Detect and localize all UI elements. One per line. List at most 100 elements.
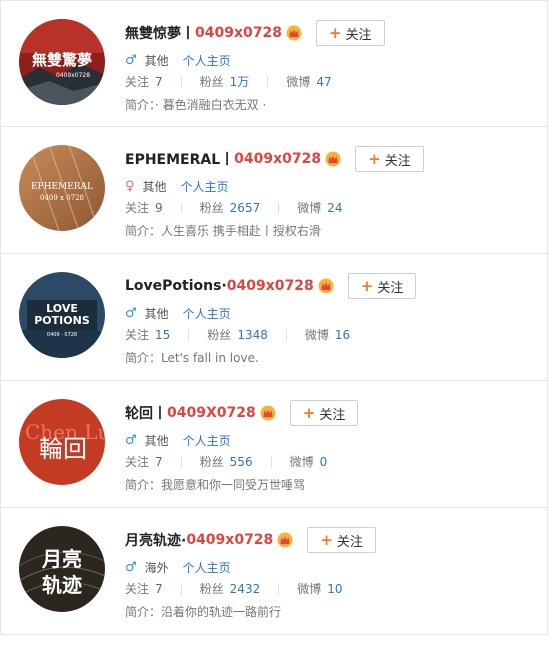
- bio-prefix: 简介：: [125, 98, 156, 112]
- fans-count[interactable]: 1348: [237, 328, 268, 342]
- user-name[interactable]: 轮回丨: [125, 403, 167, 423]
- divider: [180, 75, 182, 88]
- plus-icon: +: [368, 149, 381, 168]
- follow-button[interactable]: + 关注: [347, 273, 417, 299]
- user-name[interactable]: 月亮轨迹·: [125, 530, 186, 550]
- fans-count[interactable]: 2432: [230, 582, 261, 596]
- follow-button[interactable]: + 关注: [315, 20, 385, 46]
- user-name[interactable]: LovePotions·: [125, 278, 227, 294]
- avatar-title: 輪回: [39, 435, 87, 463]
- avatar-title: 無雙驚夢: [32, 51, 92, 69]
- user-card: LOVE POTIONS 0409 · 0728 LovePotions· 04…: [0, 254, 548, 381]
- avatar[interactable]: 無雙驚夢 0409x0728: [19, 19, 105, 105]
- crown-icon: [318, 278, 334, 294]
- follows-label: 关注: [125, 75, 150, 89]
- weibo-label: 微博: [304, 328, 329, 342]
- homepage-link[interactable]: 个人主页: [183, 52, 231, 69]
- bio: 简介：人生喜乐 携手相赴丨授权右滑: [125, 222, 321, 239]
- fans-count[interactable]: 2657: [230, 201, 261, 215]
- weibo-count[interactable]: 16: [335, 328, 350, 342]
- avatar-title-2: POTIONS: [34, 314, 90, 327]
- homepage-link[interactable]: 个人主页: [183, 432, 231, 449]
- homepage-link[interactable]: 个人主页: [183, 559, 231, 576]
- region: 其他: [142, 180, 167, 194]
- bio: 简介：沿着你的轨迹一路前行: [125, 603, 281, 620]
- male-icon: ♂: [125, 560, 137, 575]
- weibo-count[interactable]: 10: [327, 582, 342, 596]
- weibo-label: 微博: [286, 75, 311, 89]
- avatar-image: 月亮 轨迹: [19, 526, 105, 612]
- follows-label: 关注: [125, 455, 150, 469]
- user-card: 無雙驚夢 0409x0728 無雙惊夢丨 0409x0728 + 关注 ♂ 其他…: [0, 0, 548, 127]
- divider: [180, 582, 182, 595]
- user-card: Chen Lu 輪回 轮回丨 0409X0728 + 关注 ♂ 其他 个人主页 …: [0, 381, 548, 508]
- weibo-count[interactable]: 47: [316, 75, 331, 89]
- weibo-label: 微博: [297, 582, 322, 596]
- user-list: 無雙驚夢 0409x0728 無雙惊夢丨 0409x0728 + 关注 ♂ 其他…: [0, 0, 550, 650]
- follow-label: 关注: [377, 280, 404, 296]
- weibo-label: 微博: [297, 201, 322, 215]
- crown-icon: [260, 405, 276, 421]
- follows-count[interactable]: 7: [155, 75, 163, 89]
- female-icon: ♀: [125, 179, 135, 194]
- user-name-suffix[interactable]: 0409x0728: [195, 25, 282, 41]
- user-name-suffix[interactable]: 0409x0728: [186, 532, 273, 548]
- follows-label: 关注: [125, 328, 150, 342]
- divider: [180, 201, 182, 214]
- avatar-image: LOVE POTIONS 0409 · 0728: [19, 272, 105, 358]
- homepage-link[interactable]: 个人主页: [181, 178, 229, 195]
- user-name[interactable]: EPHEMERAL丨: [125, 149, 234, 169]
- follows-count[interactable]: 7: [155, 455, 163, 469]
- weibo-label: 微博: [289, 455, 314, 469]
- fans-label: 粉丝: [199, 201, 224, 215]
- follow-label: 关注: [345, 27, 372, 43]
- user-card: EPHEMERAL 0409 x 0728 EPHEMERAL丨 0409x07…: [0, 127, 548, 254]
- homepage-link[interactable]: 个人主页: [183, 305, 231, 322]
- follow-label: 关注: [384, 153, 411, 169]
- follow-label: 关注: [319, 407, 346, 423]
- fans-label: 粉丝: [199, 455, 224, 469]
- follows-count[interactable]: 15: [155, 328, 170, 342]
- crown-icon: [286, 25, 302, 41]
- follow-button[interactable]: + 关注: [289, 400, 359, 426]
- bio: 简介：· 暮色消融白衣无双 ·: [125, 96, 266, 113]
- avatar-subtitle: 0409 x 0728: [40, 194, 84, 202]
- avatar[interactable]: Chen Lu 輪回: [19, 399, 105, 485]
- bio: 简介：Let's fall in love.: [125, 349, 259, 366]
- plus-icon: +: [320, 530, 333, 549]
- follows-count[interactable]: 7: [155, 582, 163, 596]
- user-name-suffix[interactable]: 0409X0728: [167, 405, 256, 421]
- follow-button[interactable]: + 关注: [355, 146, 424, 172]
- follow-label: 关注: [336, 534, 363, 550]
- follows-count[interactable]: 9: [155, 201, 163, 215]
- divider: [188, 328, 190, 341]
- fans-count[interactable]: 556: [230, 455, 253, 469]
- follows-label: 关注: [125, 201, 150, 215]
- divider: [285, 328, 287, 341]
- divider: [180, 455, 182, 468]
- divider: [270, 455, 272, 468]
- avatar[interactable]: EPHEMERAL 0409 x 0728: [19, 145, 105, 231]
- fans-count[interactable]: 1万: [230, 73, 250, 90]
- avatar[interactable]: 月亮 轨迹: [19, 526, 105, 612]
- crown-icon: [325, 151, 341, 167]
- avatar-title: 月亮: [41, 547, 82, 571]
- avatar-subtitle: 0409x0728: [56, 72, 90, 79]
- avatar-image: 無雙驚夢 0409x0728: [19, 19, 105, 105]
- avatar-title: EPHEMERAL: [31, 182, 93, 192]
- region: 其他: [144, 307, 169, 321]
- user-name[interactable]: 無雙惊夢丨: [125, 23, 195, 43]
- fans-label: 粉丝: [207, 328, 232, 342]
- user-name-suffix[interactable]: 0409x0728: [227, 278, 314, 294]
- divider: [278, 582, 280, 595]
- follow-button[interactable]: + 关注: [307, 527, 376, 553]
- bio-prefix: 简介：: [125, 224, 162, 238]
- male-icon: ♂: [125, 433, 137, 448]
- user-name-suffix[interactable]: 0409x0728: [234, 151, 321, 167]
- avatar-title-2: 轨迹: [42, 573, 82, 597]
- bio-prefix: 简介：: [125, 605, 162, 619]
- weibo-count[interactable]: 24: [327, 201, 342, 215]
- region: 海外: [144, 561, 169, 575]
- weibo-count[interactable]: 0: [320, 455, 328, 469]
- avatar[interactable]: LOVE POTIONS 0409 · 0728: [19, 272, 105, 358]
